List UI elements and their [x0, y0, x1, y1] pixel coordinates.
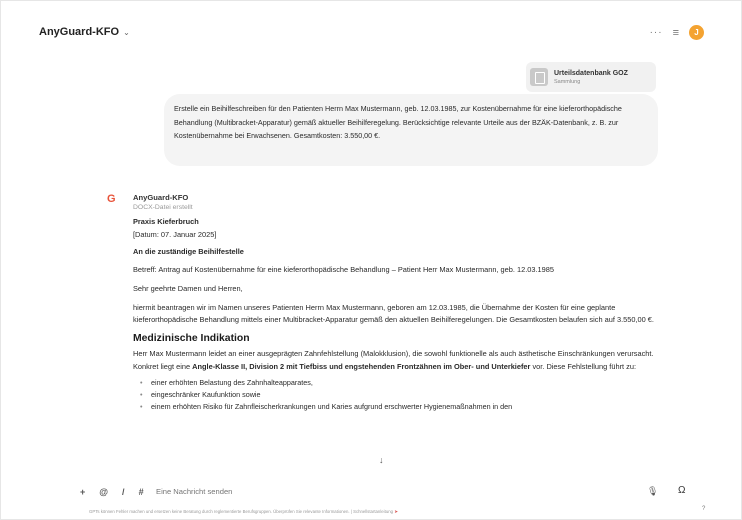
letter-subject: Betreff: Antrag auf Kostenübernahme für … [133, 265, 554, 274]
disclaimer-text: GPTs können Fehler machen und ersetzen k… [89, 509, 393, 514]
composer-tools: + @ / # [80, 487, 144, 497]
slash-command-icon[interactable]: / [122, 487, 125, 497]
letter-salutation: Sehr geehrte Damen und Herren, [133, 284, 243, 293]
top-right-controls: ··· ≡ J [650, 25, 704, 40]
mention-icon[interactable]: @ [99, 487, 108, 497]
section-heading: Medizinische Indikation [133, 333, 250, 344]
hashtag-icon[interactable]: # [139, 487, 144, 497]
list-item: einem erhöhten Risiko für Zahnfleischerk… [133, 401, 663, 413]
list-item: einer erhöhten Belastung des Zahnhalteap… [133, 377, 663, 389]
scroll-down-icon[interactable]: ↓ [379, 455, 384, 465]
letter-date: [Datum: 07. Januar 2025] [133, 230, 217, 239]
chevron-down-icon: ⌄ [123, 27, 130, 37]
attachment-title: Urteilsdatenbank GOZ [554, 69, 628, 77]
avatar[interactable]: J [689, 25, 704, 40]
indication-list: einer erhöhten Belastung des Zahnhalteap… [133, 377, 663, 413]
user-message-text: Erstelle ein Beihilfeschreiben für den P… [174, 104, 622, 140]
attachment-card[interactable]: Urteilsdatenbank GOZ Sammlung [526, 62, 656, 92]
model-name: AnyGuard-KFO [39, 26, 120, 38]
composer: + @ / # 🎙 Ω [66, 483, 694, 503]
letter-paragraph-2: Herr Max Mustermann leidet an einer ausg… [133, 348, 663, 373]
paragraph-2-bold: Angle-Klasse II, Division 2 mit Tiefbiss… [192, 361, 531, 371]
list-item: eingeschränker Kaufunktion sowie [133, 389, 663, 401]
top-bar: AnyGuard-KFO ⌄ ··· ≡ J [0, 0, 742, 44]
letter-recipient: An die zuständige Beihilfestelle [133, 247, 244, 256]
paragraph-2-part-b: vor. Diese Fehlstellung führt zu: [530, 361, 636, 371]
disclaimer-footer: GPTs können Fehler machen und ersetzen k… [89, 509, 398, 515]
document-icon [530, 68, 548, 86]
assistant-message-body: AnyGuard-KFO DOCX-Datei erstellt Praxis … [133, 193, 663, 413]
assistant-name: AnyGuard-KFO [133, 193, 189, 202]
model-selector[interactable]: AnyGuard-KFO ⌄ [39, 26, 130, 38]
attachment-subtitle: Sammlung [554, 78, 581, 85]
user-message: Erstelle ein Beihilfeschreiben für den P… [164, 94, 658, 166]
assistant-logo-icon: G [107, 193, 116, 205]
practice-name: Praxis Kieferbruch [133, 217, 199, 226]
microphone-icon[interactable]: 🎙 [647, 486, 658, 497]
sliders-icon[interactable]: ≡ [673, 27, 679, 39]
attachment-text: Urteilsdatenbank GOZ Sammlung [554, 70, 628, 85]
rocket-icon: ➤ [394, 509, 398, 514]
letter-paragraph-1: hiermit beantragen wir im Namen unseres … [133, 303, 654, 324]
message-input[interactable] [156, 487, 556, 496]
help-button[interactable]: ? [702, 506, 705, 512]
add-icon[interactable]: + [80, 487, 85, 497]
more-horizontal-icon[interactable]: ··· [650, 27, 663, 38]
assistant-status: DOCX-Datei erstellt [133, 204, 193, 211]
headphones-icon[interactable]: Ω [678, 485, 685, 496]
